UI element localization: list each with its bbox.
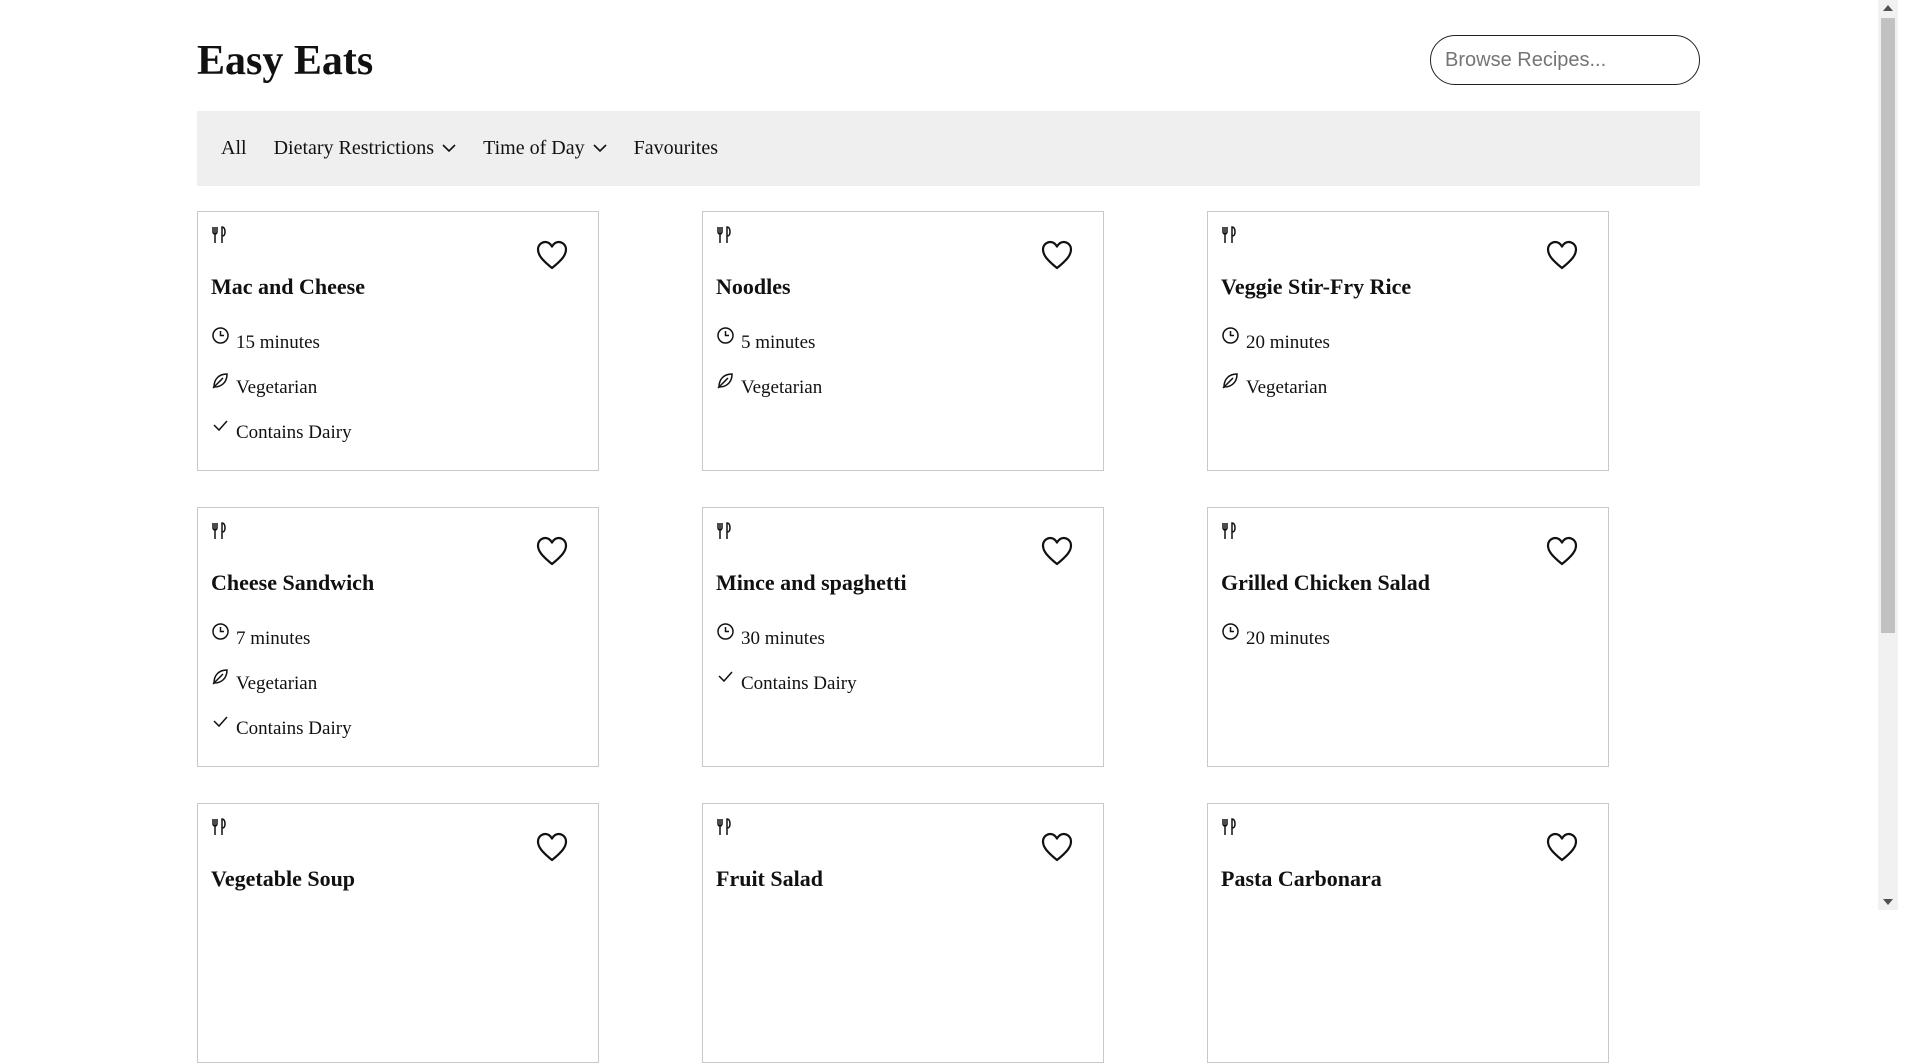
leaf-icon (1221, 373, 1246, 400)
heart-icon[interactable] (1546, 240, 1578, 275)
heart-icon[interactable] (1041, 240, 1073, 275)
recipe-title: Mince and spaghetti (716, 570, 907, 595)
nav-all-label: All (221, 137, 247, 159)
recipe-title: Grilled Chicken Salad (1221, 570, 1431, 595)
recipe-card[interactable]: Grilled Chicken Salad 20 minutes (1207, 507, 1609, 767)
recipe-card[interactable]: Mac and Cheese 15 minutes Vegetarian Contai… (197, 211, 599, 471)
filter-nav: All Dietary Restrictions Time of Day Fav… (197, 111, 1700, 186)
nav-all[interactable]: All (221, 137, 247, 160)
recipe-time-label: 20 minutes (1246, 627, 1330, 649)
heart-icon[interactable] (536, 832, 568, 867)
recipe-card[interactable]: Mince and spaghetti 30 minutes Contains Da… (702, 507, 1104, 767)
utensils-icon (1221, 226, 1237, 249)
recipe-card[interactable]: Cheese Sandwich 7 minutes Vegetarian Contai… (197, 507, 599, 767)
heart-icon[interactable] (1546, 536, 1578, 571)
recipe-time: 20 minutes (1221, 616, 1330, 661)
recipe-vegetarian-label: Vegetarian (236, 376, 318, 398)
utensils-icon (211, 818, 227, 841)
utensils-icon (211, 226, 227, 249)
recipe-attributes: 7 minutes Vegetarian Contains Dairy (211, 616, 352, 751)
recipe-dairy: Contains Dairy (211, 410, 352, 455)
utensils-icon (716, 226, 732, 249)
check-icon (211, 420, 236, 445)
heart-icon[interactable] (1041, 832, 1073, 867)
scrollbar-thumb[interactable] (1881, 18, 1895, 633)
recipe-time: 5 minutes (716, 320, 822, 365)
recipe-time-label: 15 minutes (236, 331, 320, 353)
search-input[interactable] (1430, 35, 1700, 85)
recipe-card[interactable]: Pasta Carbonara (1207, 803, 1609, 1063)
recipe-card[interactable]: Vegetable Soup (197, 803, 599, 1063)
recipe-vegetarian-label: Vegetarian (236, 672, 318, 694)
clock-icon (211, 327, 236, 355)
check-icon (716, 671, 741, 696)
heart-icon[interactable] (1546, 832, 1578, 867)
leaf-icon (211, 373, 236, 400)
recipe-dairy: Contains Dairy (716, 661, 857, 706)
recipe-time-label: 5 minutes (741, 331, 816, 353)
clock-icon (1221, 327, 1246, 355)
recipe-dairy: Contains Dairy (211, 706, 352, 751)
utensils-icon (1221, 818, 1237, 841)
clock-icon (1221, 623, 1246, 651)
clock-icon (211, 623, 236, 651)
clock-icon (716, 623, 741, 651)
recipe-card[interactable]: Noodles 5 minutes Vegetarian (702, 211, 1104, 471)
heart-icon[interactable] (536, 240, 568, 275)
recipe-title: Vegetable Soup (211, 866, 356, 891)
utensils-icon (1221, 522, 1237, 545)
recipe-title: Pasta Carbonara (1221, 866, 1382, 891)
recipe-dairy-label: Contains Dairy (741, 672, 857, 694)
chevron-down-icon (593, 144, 607, 153)
recipe-attributes: 20 minutes Vegetarian (1221, 320, 1330, 410)
utensils-icon (716, 818, 732, 841)
utensils-icon (716, 522, 732, 545)
nav-time-of-day-dropdown[interactable]: Time of Day (483, 137, 607, 160)
recipe-attributes: 30 minutes Contains Dairy (716, 616, 857, 706)
nav-time-label: Time of Day (483, 137, 585, 159)
recipe-card[interactable]: Fruit Salad (702, 803, 1104, 1063)
recipe-title: Cheese Sandwich (211, 570, 375, 595)
nav-dietary-restrictions-dropdown[interactable]: Dietary Restrictions (274, 137, 457, 160)
scrollbar[interactable] (1878, 0, 1898, 910)
site-title: Easy Eats (197, 38, 374, 84)
recipe-vegetarian-label: Vegetarian (1246, 376, 1328, 398)
scroll-up-arrow[interactable] (1883, 5, 1893, 11)
recipe-vegetarian: Vegetarian (1221, 365, 1330, 410)
recipe-time: 20 minutes (1221, 320, 1330, 365)
page: Easy Eats All Dietary Restrictions Time … (0, 0, 1898, 1063)
check-icon (211, 716, 236, 741)
heart-icon[interactable] (1041, 536, 1073, 571)
recipe-title: Mac and Cheese (211, 274, 365, 299)
recipe-attributes: 5 minutes Vegetarian (716, 320, 822, 410)
leaf-icon (211, 669, 236, 696)
recipe-vegetarian: Vegetarian (211, 661, 352, 706)
recipe-time-label: 7 minutes (236, 627, 311, 649)
nav-dietary-label: Dietary Restrictions (273, 137, 435, 159)
recipe-dairy-label: Contains Dairy (236, 421, 352, 443)
recipe-time: 30 minutes (716, 616, 857, 661)
recipe-vegetarian: Vegetarian (211, 365, 352, 410)
recipe-time: 15 minutes (211, 320, 352, 365)
recipe-title: Noodles (716, 274, 791, 299)
nav-favourites[interactable]: Favourites (634, 137, 718, 160)
chevron-down-icon (442, 144, 456, 153)
recipe-time-label: 20 minutes (1246, 331, 1330, 353)
recipe-time: 7 minutes (211, 616, 352, 661)
scroll-down-arrow[interactable] (1883, 899, 1893, 905)
recipe-dairy-label: Contains Dairy (236, 717, 352, 739)
recipe-vegetarian-label: Vegetarian (741, 376, 823, 398)
utensils-icon (211, 522, 227, 545)
recipe-title: Fruit Salad (716, 866, 823, 891)
heart-icon[interactable] (536, 536, 568, 571)
recipe-attributes: 20 minutes (1221, 616, 1330, 661)
recipe-title: Veggie Stir-Fry Rice (1221, 274, 1412, 299)
recipe-card[interactable]: Veggie Stir-Fry Rice 20 minutes Vegetarian (1207, 211, 1609, 471)
recipe-time-label: 30 minutes (741, 627, 825, 649)
nav-favourites-label: Favourites (633, 137, 719, 159)
recipe-vegetarian: Vegetarian (716, 365, 822, 410)
leaf-icon (716, 373, 741, 400)
recipe-attributes: 15 minutes Vegetarian Contains Dairy (211, 320, 352, 455)
clock-icon (716, 327, 741, 355)
